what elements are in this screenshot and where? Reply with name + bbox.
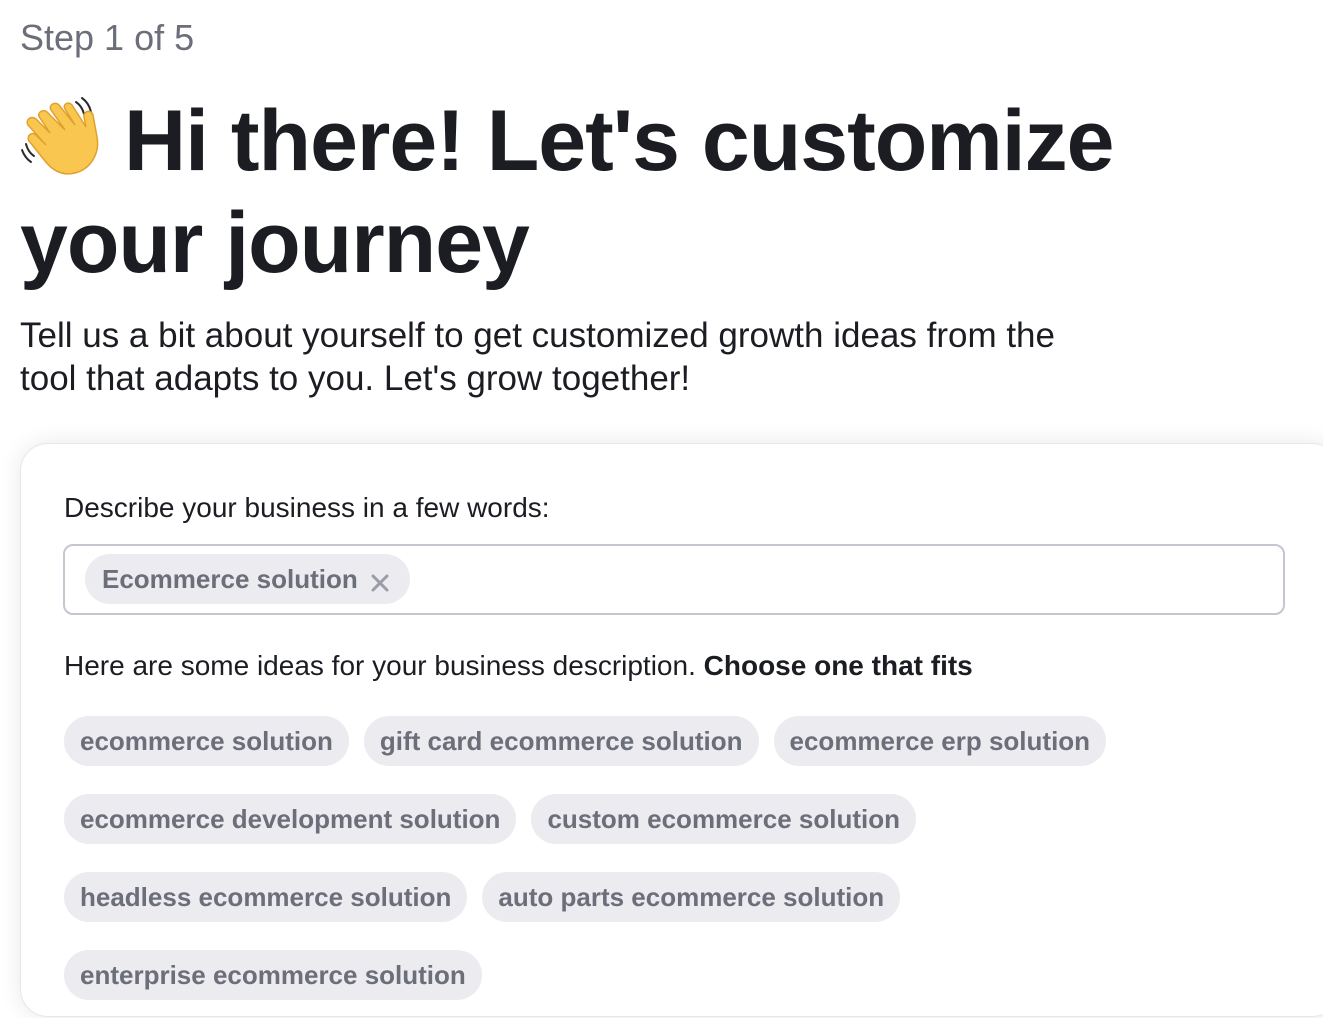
- selected-tag-chip: Ecommerce solution: [85, 554, 410, 604]
- selected-tag-label: Ecommerce solution: [102, 563, 358, 594]
- page-title-text: Hi there! Let's customize your journey: [20, 93, 1114, 291]
- describe-business-label: Describe your business in a few words:: [64, 492, 550, 523]
- suggestion-chip[interactable]: headless ecommerce solution: [64, 872, 468, 922]
- business-description-card: Describe your business in a few words: E…: [20, 443, 1323, 1017]
- suggestion-chip[interactable]: gift card ecommerce solution: [363, 716, 759, 766]
- ideas-hint-emphasis: Choose one that fits: [703, 650, 973, 681]
- suggestion-chip[interactable]: enterprise ecommerce solution: [64, 950, 482, 1000]
- remove-tag-icon[interactable]: [370, 569, 390, 592]
- ideas-hint-prefix: Here are some ideas for your business de…: [64, 650, 704, 681]
- suggestion-chip[interactable]: ecommerce solution: [64, 716, 349, 766]
- suggestion-chip[interactable]: ecommerce development solution: [64, 794, 517, 844]
- ideas-hint: Here are some ideas for your business de…: [64, 648, 973, 684]
- suggestion-chip[interactable]: ecommerce erp solution: [773, 716, 1107, 766]
- suggestion-chip[interactable]: auto parts ecommerce solution: [482, 872, 901, 922]
- step-indicator: Step 1 of 5: [20, 17, 195, 58]
- business-description-input[interactable]: Ecommerce solution: [63, 544, 1285, 615]
- intro-text: Tell us a bit about yourself to get cust…: [20, 316, 1055, 398]
- suggestion-chips: ecommerce solution gift card ecommerce s…: [64, 716, 1164, 1000]
- waving-hand-icon: [20, 96, 106, 176]
- suggestion-chip[interactable]: custom ecommerce solution: [531, 794, 916, 844]
- page-title: Hi there! Let's customize your journey: [20, 90, 1300, 294]
